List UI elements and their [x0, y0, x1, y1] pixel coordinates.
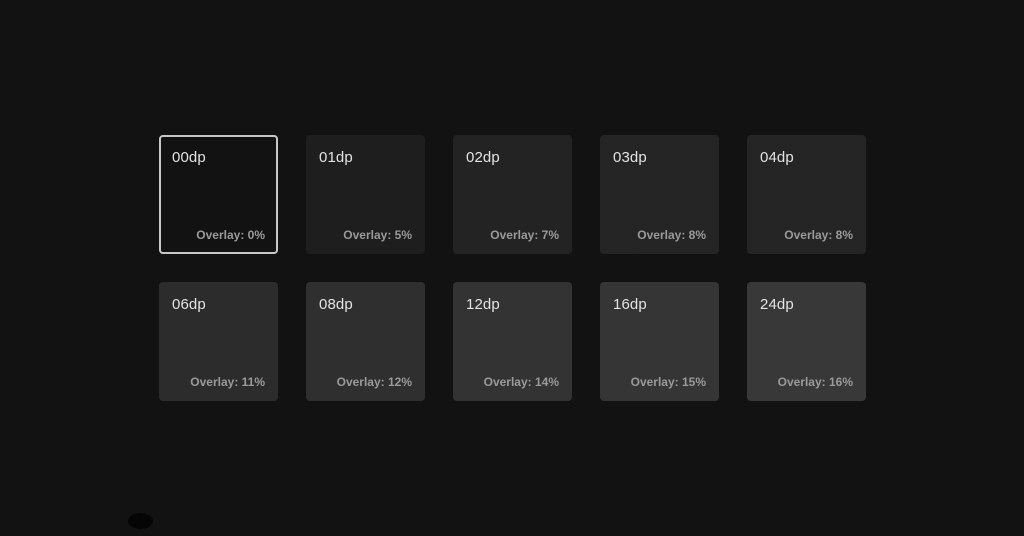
surface-title: 02dp [466, 149, 500, 166]
surface-card-04dp[interactable]: 04dp Overlay: 8% [747, 135, 866, 254]
surface-title: 24dp [760, 296, 794, 313]
surface-title: 03dp [613, 149, 647, 166]
touch-indicator [128, 513, 153, 529]
overlay-label: Overlay: 14% [483, 375, 559, 389]
surface-card-02dp[interactable]: 02dp Overlay: 7% [453, 135, 572, 254]
overlay-label: Overlay: 15% [630, 375, 706, 389]
surface-title: 06dp [172, 296, 206, 313]
surface-title: 12dp [466, 296, 500, 313]
surface-card-00dp[interactable]: 00dp Overlay: 0% [159, 135, 278, 254]
surface-title: 01dp [319, 149, 353, 166]
overlay-label: Overlay: 11% [190, 375, 265, 389]
page: 00dp Overlay: 0% 01dp Overlay: 5% 02dp O… [0, 0, 1024, 536]
overlay-label: Overlay: 8% [637, 228, 706, 242]
surface-card-12dp[interactable]: 12dp Overlay: 14% [453, 282, 572, 401]
overlay-label: Overlay: 0% [196, 228, 265, 242]
surface-card-08dp[interactable]: 08dp Overlay: 12% [306, 282, 425, 401]
surface-card-03dp[interactable]: 03dp Overlay: 8% [600, 135, 719, 254]
surface-card-24dp[interactable]: 24dp Overlay: 16% [747, 282, 866, 401]
surface-title: 08dp [319, 296, 353, 313]
surface-title: 04dp [760, 149, 794, 166]
surface-card-06dp[interactable]: 06dp Overlay: 11% [159, 282, 278, 401]
overlay-label: Overlay: 16% [777, 375, 853, 389]
overlay-label: Overlay: 8% [784, 228, 853, 242]
overlay-label: Overlay: 12% [336, 375, 412, 389]
overlay-label: Overlay: 7% [490, 228, 559, 242]
overlay-label: Overlay: 5% [343, 228, 412, 242]
elevation-grid: 00dp Overlay: 0% 01dp Overlay: 5% 02dp O… [159, 135, 866, 401]
surface-card-01dp[interactable]: 01dp Overlay: 5% [306, 135, 425, 254]
surface-card-16dp[interactable]: 16dp Overlay: 15% [600, 282, 719, 401]
surface-title: 00dp [172, 149, 206, 166]
surface-title: 16dp [613, 296, 647, 313]
